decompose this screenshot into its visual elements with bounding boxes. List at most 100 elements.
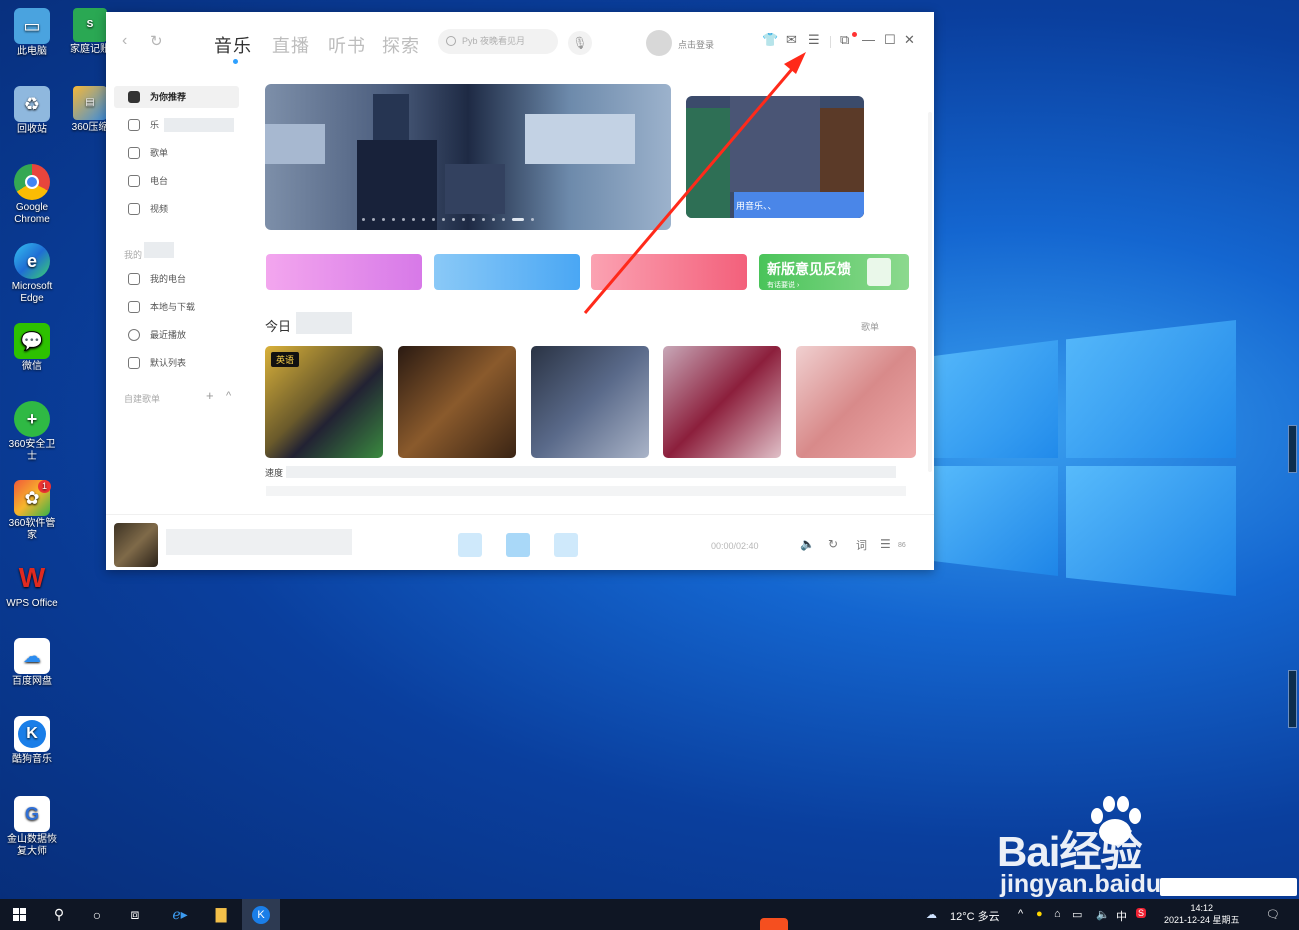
tray-expand-icon[interactable]: ^ [1018, 908, 1023, 920]
carousel-dots[interactable] [362, 218, 534, 221]
wallpaper-windows-logo [930, 320, 1236, 596]
avatar[interactable] [646, 30, 672, 56]
desktop-icon-edge[interactable]: e Microsoft Edge [4, 243, 60, 305]
edge-icon: e [14, 243, 50, 279]
sidebar-item-video[interactable]: 视频 [114, 198, 239, 220]
taskbar-explorer[interactable]: ▇ [202, 899, 240, 930]
login-link[interactable]: 点击登录 [678, 38, 714, 51]
volume-icon[interactable]: 🔈 [800, 537, 815, 551]
sidebar-item-local-download[interactable]: 本地与下载 [114, 296, 239, 318]
sidebar-item-playlists[interactable]: 歌单 [114, 142, 239, 164]
menu-icon[interactable]: ☰ [808, 32, 820, 48]
add-playlist-button[interactable]: + [206, 388, 214, 403]
entry-card-1[interactable] [266, 254, 422, 290]
cortana-button[interactable]: ○ [78, 899, 116, 930]
tab-music[interactable]: 音乐 [214, 32, 252, 58]
back-button[interactable]: ‹ [122, 32, 127, 50]
album-cover[interactable] [114, 523, 158, 567]
search-input[interactable]: Pyb 夜晚看见月 [438, 29, 558, 54]
voice-search-icon[interactable]: 🎙 [568, 31, 592, 55]
section-title: 今日 [265, 319, 292, 334]
more-link[interactable]: 歌单 [861, 320, 879, 333]
star-icon [128, 91, 140, 103]
desktop-icon-360-software[interactable]: ✿ 1 360软件管家 [4, 480, 60, 542]
notification-center-icon[interactable]: 🗨 [1266, 908, 1280, 921]
entry-card-3[interactable] [591, 254, 747, 290]
playlist-card[interactable] [796, 346, 916, 458]
tab-live[interactable]: 直播 [272, 32, 310, 58]
tray-usb-icon[interactable]: ⌂ [1054, 908, 1061, 920]
playlist-icon[interactable]: ☰ [880, 537, 891, 551]
next-button[interactable] [554, 533, 578, 557]
maximize-button[interactable]: ☐ [884, 32, 896, 48]
blurred-region [144, 242, 174, 258]
task-view-button[interactable]: ⧈ [116, 899, 154, 930]
close-button[interactable]: ✕ [904, 32, 915, 48]
sidebar-group-mine: 我的 [124, 250, 143, 260]
play-button[interactable] [506, 533, 530, 557]
playlist-card[interactable] [663, 346, 781, 458]
desktop-icon-data-recovery[interactable]: G 金山数据恢复大师 [4, 796, 60, 858]
sidebar-item-recent[interactable]: 最近播放 [114, 324, 239, 346]
main-banner[interactable] [265, 84, 671, 230]
taskbar-ie[interactable]: ℯ▸ [160, 899, 200, 930]
skin-icon[interactable]: 👕 [762, 32, 778, 48]
feedback-card[interactable]: 新版意见反馈 有话要说 › [759, 254, 909, 290]
desktop-icon-this-pc[interactable]: ▭ 此电脑 [4, 8, 60, 58]
ime-indicator[interactable]: 中 [1116, 908, 1127, 924]
network-icon[interactable]: ▭ [1072, 908, 1082, 921]
notification-dot [852, 32, 857, 37]
desktop-icon-360-safe[interactable]: + 360安全卫士 [4, 401, 60, 463]
chrome-icon [14, 164, 50, 200]
desktop-icon-kugou[interactable]: K 酷狗音乐 [4, 716, 60, 766]
sidebar-item-recommend[interactable]: 为你推荐 [114, 86, 239, 108]
refresh-button[interactable]: ↻ [150, 32, 163, 50]
side-gauge [1288, 425, 1297, 473]
desktop-icon-wps[interactable]: W WPS Office [4, 560, 60, 610]
blurred-region [166, 529, 352, 555]
mail-icon[interactable]: ✉ [786, 32, 797, 48]
start-button[interactable] [0, 899, 38, 930]
minimize-button[interactable]: — [862, 32, 875, 47]
weather-text[interactable]: 12°C 多云 [950, 908, 1000, 924]
previous-button[interactable] [458, 533, 482, 557]
sogou-tray-icon[interactable]: S [1136, 908, 1147, 918]
volume-icon[interactable]: 🔈 [1096, 908, 1110, 921]
loop-icon[interactable]: ↻ [828, 537, 838, 551]
top-bar: ‹ ↻ 音乐 直播 听书 探索 Pyb 夜晚看见月 🎙 点击登录 👕 ✉ ☰ ⧉… [106, 12, 934, 74]
collapse-button[interactable]: ^ [226, 390, 231, 402]
side-banner[interactable]: 用音乐、、 [686, 96, 864, 218]
mini-mode-icon[interactable]: ⧉ [840, 32, 849, 48]
tab-audiobook[interactable]: 听书 [328, 32, 366, 58]
language-tag: 英语 [271, 352, 300, 367]
windows-icon [12, 908, 26, 921]
desktop-icon-baidu-netdisk[interactable]: ☁ 百度网盘 [4, 638, 60, 688]
sogou-ime-bar[interactable] [760, 918, 788, 930]
clock-icon [128, 329, 140, 341]
scrollbar[interactable] [928, 112, 932, 472]
system-clock[interactable]: 14:12 2021-12-24 星期五 [1164, 902, 1240, 926]
entry-card-2[interactable] [434, 254, 580, 290]
desktop-icon-recycle-bin[interactable]: ♻ 回收站 [4, 86, 60, 136]
sidebar-item-my-radio[interactable]: 我的电台 [114, 268, 239, 290]
video-icon [128, 203, 140, 215]
playlist-card[interactable] [531, 346, 649, 458]
playlist-count: 86 [898, 542, 906, 549]
taskbar-kugou[interactable]: K [242, 899, 280, 930]
desktop-icon-wechat[interactable]: 💬 微信 [4, 323, 60, 373]
music-note-icon [128, 119, 140, 131]
ime-toolbar[interactable] [1160, 878, 1297, 896]
tab-explore[interactable]: 探索 [382, 32, 420, 58]
sidebar-item-default-list[interactable]: 默认列表 [114, 352, 239, 374]
playlist-card[interactable] [398, 346, 516, 458]
spreadsheet-icon: S [73, 8, 107, 42]
lyrics-button[interactable]: 词 [856, 537, 867, 553]
sidebar-item-radio[interactable]: 电台 [114, 170, 239, 192]
playlist-card-title: 速度 [265, 468, 284, 478]
playlist-card[interactable]: 英语 [265, 346, 383, 458]
360-safe-icon: + [14, 401, 50, 437]
desktop-icon-chrome[interactable]: Google Chrome [4, 164, 60, 226]
tray-360-icon[interactable]: ● [1036, 908, 1043, 920]
desktop-icons: ▭ 此电脑 ♻ 回收站 Google Chrome e Microsoft Ed… [0, 0, 110, 895]
search-button[interactable]: ⚲ [40, 899, 78, 930]
